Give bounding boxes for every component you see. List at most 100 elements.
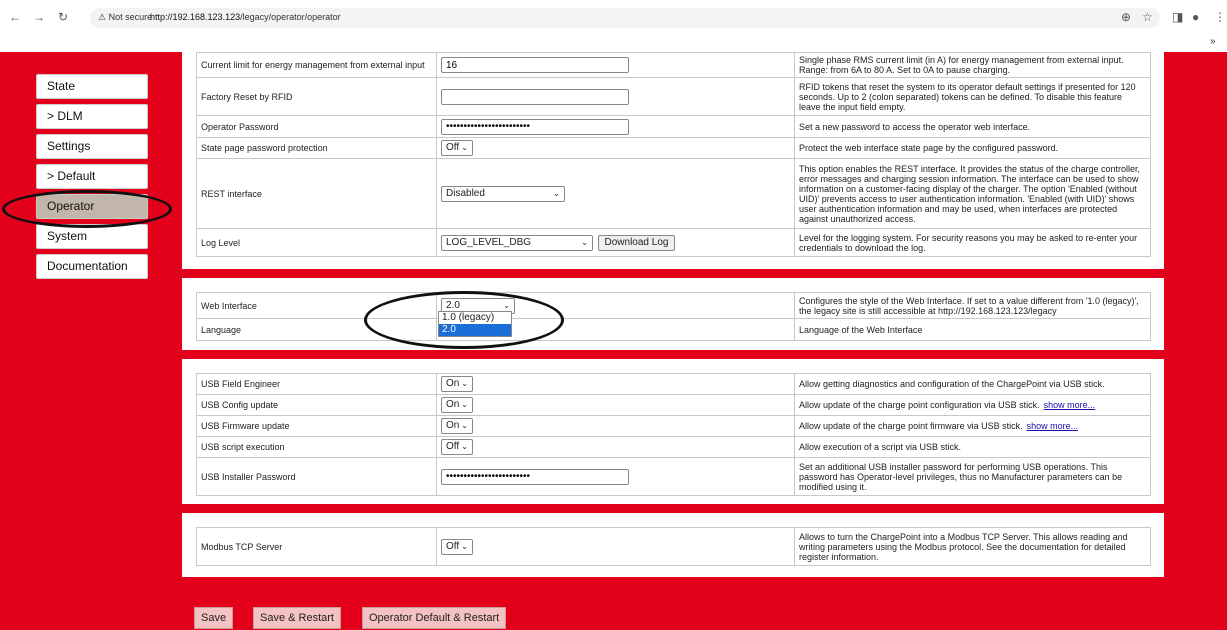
- factory-reset-rfid-input[interactable]: [441, 88, 629, 105]
- setting-description: Single phase RMS current limit (in A) fo…: [794, 52, 1151, 78]
- setting-label: USB Firmware update: [196, 415, 437, 437]
- side-panel-icon[interactable]: ◨: [1172, 10, 1183, 24]
- setting-control: On ⌄: [436, 373, 795, 395]
- usb-script-execution-select[interactable]: Off ⌄: [441, 439, 473, 455]
- setting-control: LOG_LEVEL_DBG ⌄ Download Log: [436, 228, 795, 257]
- setting-description: Language of the Web Interface: [794, 318, 1151, 341]
- not-secure-indicator[interactable]: ⚠ Not secure: [98, 12, 152, 23]
- show-more-link[interactable]: show more...: [1027, 421, 1079, 431]
- table-row: USB script execution Off ⌄ Allow executio…: [196, 436, 1151, 458]
- browser-chrome: ← → ↻ ⚠ Not secure http://192.168.123.12…: [0, 0, 1227, 52]
- description-text: Allow update of the charge point firmwar…: [799, 421, 1023, 431]
- modbus-panel: Modbus TCP Server Off ⌄ Allows to turn th…: [182, 513, 1164, 577]
- select-value: Off: [446, 142, 460, 153]
- chevron-down-icon: ⌄: [553, 188, 560, 198]
- forward-icon[interactable]: →: [32, 10, 46, 24]
- save-button[interactable]: Save: [194, 607, 234, 629]
- rest-interface-select[interactable]: Disabled ⌄: [441, 185, 565, 202]
- web-interface-panel: Web Interface 2.0 ⌄ Configures the style …: [182, 278, 1164, 350]
- select-value: LOG_LEVEL_DBG: [446, 236, 532, 248]
- setting-control: [436, 77, 795, 116]
- sidebar-item-state[interactable]: State: [36, 74, 148, 99]
- table-row: USB Firmware update On ⌄ Allow update of …: [196, 415, 1151, 437]
- table-row: Factory Reset by RFID RFID tokens that r…: [196, 77, 1151, 116]
- operator-default-restart-button[interactable]: Operator Default & Restart: [362, 607, 507, 629]
- usb-installer-password-input[interactable]: [441, 468, 629, 485]
- select-value: On: [446, 378, 460, 389]
- setting-description: RFID tokens that reset the system to its…: [794, 77, 1151, 116]
- table-row: Language Language of the Web Interface: [196, 318, 1151, 341]
- table-row: Log Level LOG_LEVEL_DBG ⌄ Download Log Le…: [196, 228, 1151, 257]
- usb-settings-table: USB Field Engineer On ⌄ Allow getting dia…: [196, 373, 1151, 496]
- setting-description: Allow update of the charge point firmwar…: [794, 415, 1151, 437]
- table-row: State page password protection Off ⌄ Prot…: [196, 137, 1151, 159]
- chevron-down-icon: ⌄: [461, 143, 468, 152]
- sidebar-item-system[interactable]: System: [36, 224, 148, 249]
- sidebar-item-default[interactable]: > Default: [36, 164, 148, 189]
- operator-password-input[interactable]: [441, 118, 629, 135]
- chevron-down-icon: ⌄: [461, 400, 468, 409]
- zoom-icon[interactable]: ⊕: [1121, 10, 1131, 24]
- setting-description: Protect the web interface state page by …: [794, 137, 1151, 159]
- setting-description: Level for the logging system. For securi…: [794, 228, 1151, 257]
- show-more-link[interactable]: show more...: [1044, 400, 1096, 410]
- setting-label: Log Level: [196, 228, 437, 257]
- setting-description: Allow execution of a script via USB stic…: [794, 436, 1151, 458]
- select-value: 2.0: [446, 299, 460, 311]
- menu-kebab-icon[interactable]: ⋮: [1214, 10, 1226, 24]
- sidebar-item-operator[interactable]: Operator: [36, 194, 148, 219]
- setting-label: USB script execution: [196, 436, 437, 458]
- dropdown-option-legacy[interactable]: 1.0 (legacy): [439, 312, 511, 324]
- table-row: Current limit for energy management from…: [196, 52, 1151, 78]
- profile-avatar-icon[interactable]: ●: [1192, 10, 1199, 24]
- sidebar-item-dlm[interactable]: > DLM: [36, 104, 148, 129]
- current-limit-input[interactable]: [441, 57, 629, 73]
- log-level-select[interactable]: LOG_LEVEL_DBG ⌄: [441, 234, 593, 251]
- setting-label: Current limit for energy management from…: [196, 52, 437, 78]
- state-page-protection-select[interactable]: Off ⌄: [441, 140, 473, 156]
- usb-config-update-select[interactable]: On ⌄: [441, 397, 473, 413]
- usb-field-engineer-select[interactable]: On ⌄: [441, 376, 473, 392]
- setting-description: Set a new password to access the operato…: [794, 115, 1151, 138]
- select-value: Off: [446, 540, 460, 552]
- bookmark-star-icon[interactable]: ☆: [1142, 10, 1153, 24]
- sidebar-item-documentation[interactable]: Documentation: [36, 254, 148, 279]
- web-interface-dropdown-list: 1.0 (legacy) 2.0: [438, 311, 512, 337]
- modbus-tcp-server-select[interactable]: Off ⌄: [441, 538, 473, 555]
- back-icon[interactable]: ←: [8, 10, 22, 24]
- url-host: http://192.168.123.123: [150, 12, 241, 22]
- setting-control: [436, 457, 795, 496]
- dropdown-option-2-0[interactable]: 2.0: [439, 324, 511, 336]
- setting-label: Modbus TCP Server: [196, 527, 437, 566]
- setting-control: [436, 52, 795, 78]
- sidebar-item-settings[interactable]: Settings: [36, 134, 148, 159]
- setting-description: Allow getting diagnostics and configurat…: [794, 373, 1151, 395]
- setting-label: Operator Password: [196, 115, 437, 138]
- operator-settings-table: Current limit for energy management from…: [196, 52, 1151, 257]
- setting-description: Set an additional USB installer password…: [794, 457, 1151, 496]
- setting-description: This option enables the REST interface. …: [794, 158, 1151, 229]
- setting-control: [436, 115, 795, 138]
- download-log-button[interactable]: Download Log: [597, 234, 676, 251]
- setting-label: Language: [196, 318, 437, 341]
- table-row: Modbus TCP Server Off ⌄ Allows to turn th…: [196, 527, 1151, 566]
- save-restart-button[interactable]: Save & Restart: [253, 607, 341, 629]
- address-bar[interactable]: ⚠ Not secure http://192.168.123.123/lega…: [90, 8, 1160, 28]
- chevron-down-icon: ⌄: [461, 541, 468, 551]
- setting-control: Off ⌄: [436, 527, 795, 566]
- usb-firmware-update-select[interactable]: On ⌄: [441, 418, 473, 434]
- setting-label: Factory Reset by RFID: [196, 77, 437, 116]
- bookmarks-overflow-icon[interactable]: »: [1210, 36, 1216, 47]
- setting-control: Disabled ⌄: [436, 158, 795, 229]
- setting-control: Off ⌄: [436, 137, 795, 159]
- reload-icon[interactable]: ↻: [56, 10, 70, 24]
- setting-label: USB Installer Password: [196, 457, 437, 496]
- operator-settings-panel: Current limit for energy management from…: [182, 52, 1164, 269]
- web-interface-table: Web Interface 2.0 ⌄ Configures the style …: [196, 292, 1151, 341]
- setting-description: Configures the style of the Web Interfac…: [794, 292, 1151, 319]
- modbus-table: Modbus TCP Server Off ⌄ Allows to turn th…: [196, 527, 1151, 566]
- sidebar: State > DLM Settings > Default Operator …: [36, 74, 148, 284]
- setting-description: Allows to turn the ChargePoint into a Mo…: [794, 527, 1151, 566]
- chevron-down-icon: ⌄: [581, 237, 588, 247]
- setting-label: USB Field Engineer: [196, 373, 437, 395]
